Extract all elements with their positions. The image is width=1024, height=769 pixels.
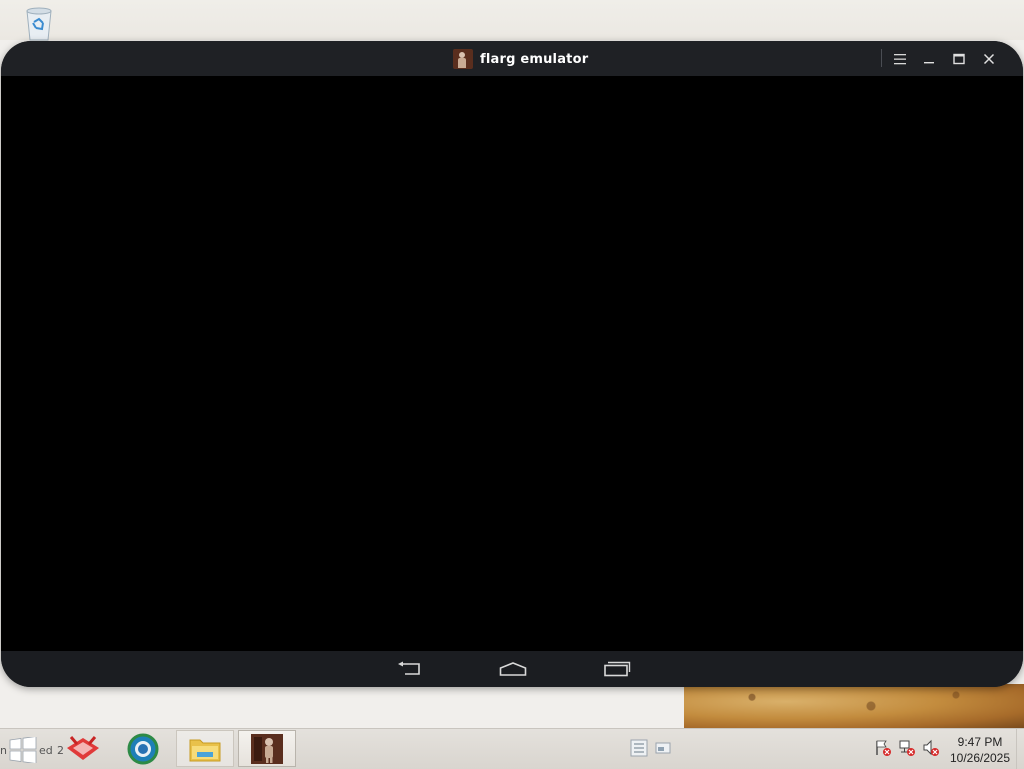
minimize-icon [924,62,934,64]
window-title: flarg emulator [480,51,589,67]
network-icon[interactable] [898,739,916,757]
window-title-group: flarg emulator [453,49,588,69]
back-icon [398,661,420,675]
volume-muted-icon[interactable] [922,739,940,757]
home-button[interactable] [497,658,529,680]
red-app-icon [67,735,99,760]
maximize-icon [953,53,965,65]
flarg-emulator-icon [251,733,283,764]
clock-date: 10/26/2025 [949,751,1011,765]
back-button[interactable] [393,658,425,680]
wallpaper-photo [684,684,1024,728]
system-clock[interactable]: 9:47 PM 10/26/2025 [940,734,1020,766]
taskbar-red-app[interactable] [54,730,112,767]
minimize-button[interactable] [915,45,943,73]
close-button[interactable] [975,45,1003,73]
taskbar-file-explorer[interactable] [176,730,234,767]
start-button[interactable] [8,736,38,764]
partial-text-left: n [0,744,7,757]
windows-logo-icon [9,736,37,764]
titlebar-divider [881,49,882,67]
toolbar-window-icon[interactable] [654,739,672,757]
taskbar-browser[interactable] [114,730,172,767]
recent-apps-icon [604,661,631,677]
android-nav-bar [1,651,1023,687]
file-explorer-icon [189,739,221,761]
hamburger-menu-icon [894,54,906,65]
window-titlebar[interactable]: flarg emulator [1,41,1023,76]
chrome-browser-icon [127,733,159,764]
close-icon [983,53,995,65]
recycle-bin-icon[interactable] [20,6,58,42]
show-desktop-button[interactable] [1016,729,1024,769]
home-icon [499,662,527,676]
menu-button[interactable] [886,45,914,73]
emulator-screen[interactable] [1,76,1023,651]
recents-button[interactable] [601,658,633,680]
taskbar-flarg-emulator[interactable] [238,730,296,767]
partial-text-1: ed [39,744,53,757]
toolbar-list-icon[interactable] [630,739,648,757]
flarg-app-icon [453,49,473,69]
action-center-flag-icon[interactable] [874,739,892,757]
maximize-button[interactable] [945,45,973,73]
emulator-window: flarg emulator [1,41,1023,687]
clock-time: 9:47 PM [957,735,1003,749]
desktop-background [0,0,1024,40]
taskbar: n ed 2 9:47 PM 10/26/2025 [0,728,1024,769]
